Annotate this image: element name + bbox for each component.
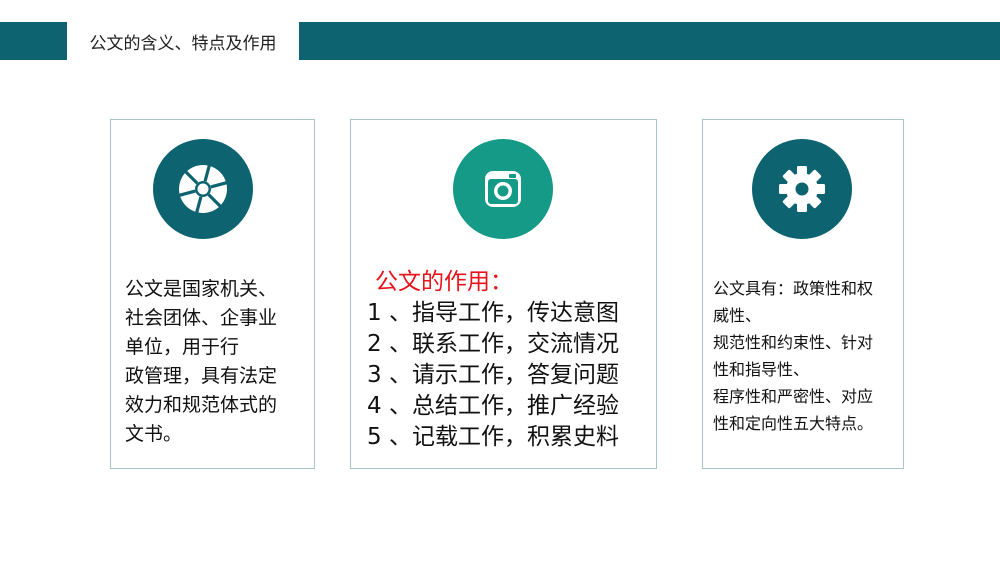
features-text: 公文具有：政策性和权 威性、 规范性和约束性、针对 性和指导性、 程序性和严密性…: [713, 275, 903, 437]
features-card: 公文具有：政策性和权 威性、 规范性和约束性、针对 性和指导性、 程序性和严密性…: [702, 119, 904, 469]
definition-card: 公文是国家机关、 社会团体、企事业 单位，用于行 政管理，具有法定 效力和规范体…: [110, 119, 315, 469]
list-item: 3 、请示工作，答复问题: [367, 362, 619, 388]
definition-line: 社会团体、企事业: [125, 307, 278, 329]
features-line: 规范性和约束性、针对: [713, 333, 874, 352]
functions-text: 公文的作用： 1 、指导工作，传达意图 2 、联系工作，交流情况 3 、请示工作…: [367, 267, 657, 453]
definition-line: 公文是国家机关、: [125, 278, 278, 300]
features-line: 性和指导性、: [713, 360, 810, 379]
page-title: 公文的含义、特点及作用: [89, 33, 277, 54]
definition-line: 文书。: [125, 423, 183, 445]
definition-line: 单位，用于行: [125, 336, 240, 358]
definition-text: 公文是国家机关、 社会团体、企事业 单位，用于行 政管理，具有法定 效力和规范体…: [125, 275, 311, 449]
gear-icon: [779, 166, 825, 212]
functions-icon-circle: [453, 139, 553, 239]
camera-icon: [485, 171, 521, 207]
list-item: 5 、记载工作，积累史料: [367, 424, 619, 450]
features-line: 性和定向性五大特点。: [713, 414, 874, 433]
definition-line: 效力和规范体式的: [125, 394, 278, 416]
functions-title: 公文的作用：: [375, 269, 513, 295]
header-title-box: 公文的含义、特点及作用: [67, 22, 299, 60]
features-line: 威性、: [713, 306, 762, 325]
features-line: 公文具有：政策性和权: [713, 279, 874, 298]
features-line: 程序性和严密性、对应: [713, 387, 874, 406]
list-item: 2 、联系工作，交流情况: [367, 331, 619, 357]
aperture-icon: [178, 164, 228, 214]
list-item: 4 、总结工作，推广经验: [367, 393, 619, 419]
functions-card: 公文的作用： 1 、指导工作，传达意图 2 、联系工作，交流情况 3 、请示工作…: [350, 119, 657, 469]
list-item: 1 、指导工作，传达意图: [367, 300, 619, 326]
definition-line: 政管理，具有法定: [125, 365, 278, 387]
definition-icon-circle: [153, 139, 253, 239]
features-icon-circle: [752, 139, 852, 239]
